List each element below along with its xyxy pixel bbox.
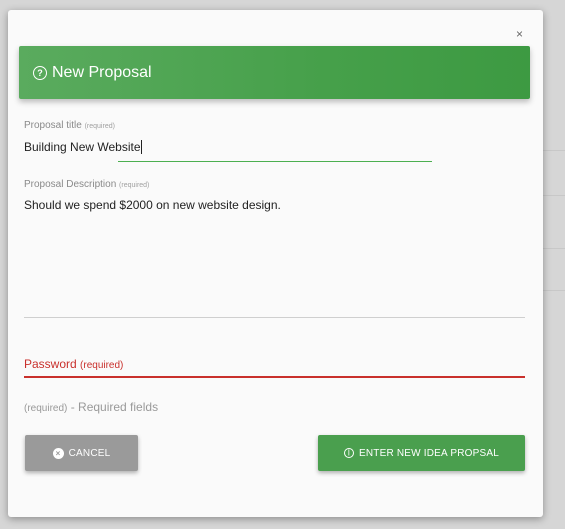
power-icon: | <box>344 448 354 458</box>
proposal-description-textarea[interactable]: Should we spend $2000 on new website des… <box>24 198 281 212</box>
enter-button-label: ENTER NEW IDEA PROPSAL <box>359 447 499 459</box>
close-button[interactable]: × <box>516 27 523 41</box>
background-divider <box>543 195 565 196</box>
modal-title: New Proposal <box>52 63 152 81</box>
cancel-button[interactable]: × CANCEL <box>25 435 138 471</box>
background-divider <box>543 150 565 151</box>
password-underline <box>24 376 525 378</box>
enter-new-idea-proposal-button[interactable]: | ENTER NEW IDEA PROPSAL <box>318 435 525 471</box>
description-underline <box>24 317 525 318</box>
modal-header: ? New Proposal <box>19 46 530 99</box>
close-circle-icon: × <box>52 447 64 459</box>
title-input-underline <box>118 161 432 162</box>
text-caret <box>140 140 142 154</box>
question-circle-icon: ? <box>33 65 47 80</box>
cancel-button-label: CANCEL <box>68 447 111 459</box>
proposal-description-label: Proposal Description (required) <box>24 179 150 190</box>
password-input[interactable]: Password (required) <box>24 357 123 371</box>
background-divider <box>543 248 565 249</box>
required-fields-note: (required) - Required fields <box>24 400 159 414</box>
background-divider <box>543 290 565 291</box>
new-proposal-modal: × ? New Proposal Proposal title (require… <box>8 10 543 517</box>
proposal-title-input[interactable]: Building New Website <box>24 140 444 154</box>
proposal-title-label: Proposal title (required) <box>24 120 115 131</box>
